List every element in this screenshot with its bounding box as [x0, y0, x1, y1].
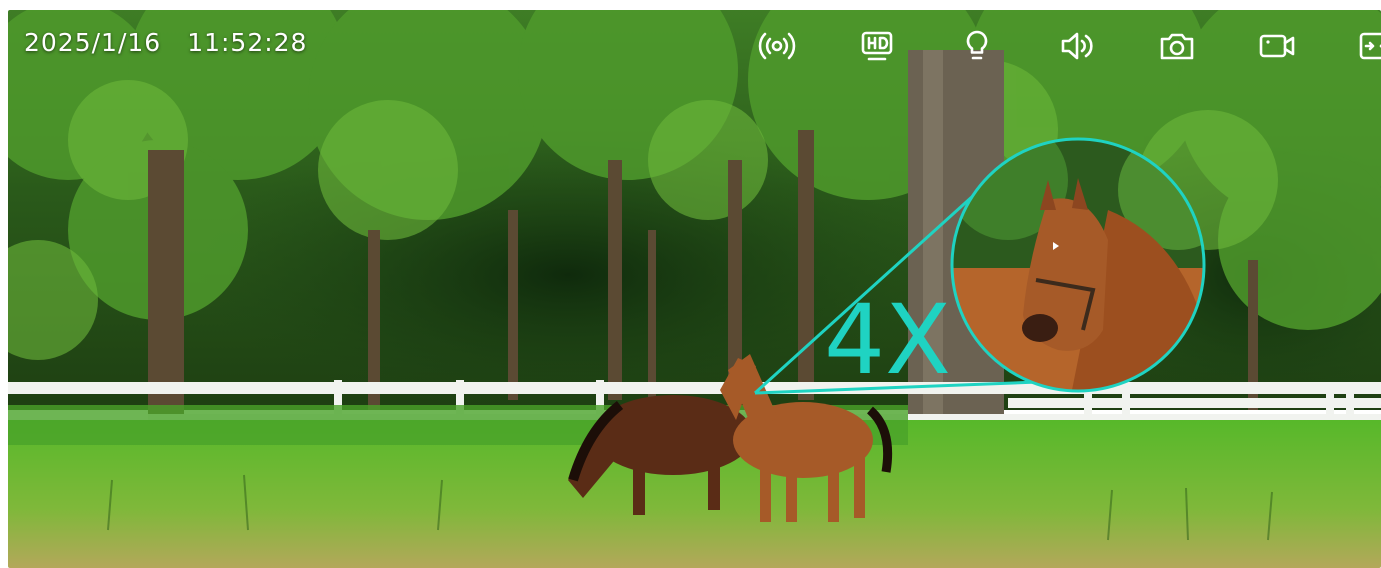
record-video-button[interactable]	[1255, 26, 1299, 66]
speaker-volume-icon	[1061, 32, 1093, 60]
date-text: 2025/1/16	[24, 28, 162, 57]
camera-toolbar	[721, 24, 1381, 68]
time-text: 11:52:28	[187, 28, 308, 57]
hd-quality-button[interactable]	[855, 26, 899, 66]
timestamp: 2025/1/16 11:52:28	[24, 28, 307, 57]
fit-screen-button[interactable]	[1355, 26, 1381, 66]
camera-live-view[interactable]: 2025/1/16 11:52:28 4X	[8, 10, 1381, 568]
camera-feed-image	[8, 10, 1381, 568]
speaker-volume-button[interactable]	[1055, 26, 1099, 66]
hd-quality-icon	[861, 31, 893, 61]
light-bulb-icon	[966, 30, 988, 60]
broadcast-icon	[758, 32, 796, 60]
video-record-icon	[1259, 34, 1295, 58]
light-bulb-button[interactable]	[955, 26, 999, 66]
camera-snapshot-icon	[1160, 33, 1194, 60]
zoom-level-label: 4X	[824, 284, 951, 396]
broadcast-button[interactable]	[755, 26, 799, 66]
snapshot-button[interactable]	[1155, 26, 1199, 66]
fit-screen-icon	[1359, 32, 1381, 60]
